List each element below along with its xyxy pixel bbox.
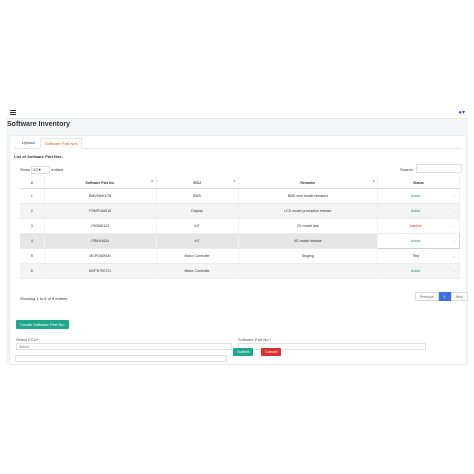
ecu-select[interactable]: Select ⌄ [16, 343, 232, 350]
cell-num: 2 [20, 203, 45, 219]
chevron-down-icon: ⌄ [452, 194, 455, 198]
status-badge: Active [410, 194, 421, 198]
cell-remarks: LCD model production release [238, 203, 378, 219]
col-header-status[interactable]: Status [377, 177, 461, 189]
cell-ecu: Motor Controller [156, 263, 239, 279]
entries-value: 10 [33, 167, 38, 172]
prev-button[interactable]: Previous [415, 292, 439, 301]
entries-select[interactable]: 10 ▾ [31, 166, 51, 174]
cell-num: 5 [20, 248, 45, 264]
chevron-down-icon: ▾ [38, 167, 41, 172]
chevron-down-icon: ⌄ [452, 224, 455, 228]
cell-part: MCPD53KM4 [44, 248, 157, 264]
create-software-part-button[interactable]: Create Software Part No. [16, 320, 69, 329]
table-row[interactable]: 6 MCPD7S0721 Motor Controller Active ⌄ [20, 263, 461, 279]
user-icon[interactable]: ●▾ [458, 109, 465, 116]
cell-num: 1 [20, 188, 45, 204]
table-row-selected[interactable]: 4 ITBKH1624 IoT 4G model release Active ⌄ [20, 233, 461, 249]
col-header-num[interactable]: # [20, 177, 45, 189]
cell-ecu: BMS [156, 188, 239, 204]
search-input[interactable] [416, 164, 462, 173]
chevron-down-icon: ⌄ [452, 269, 455, 273]
cell-remarks: 4G model release [238, 233, 378, 249]
status-select[interactable]: Active ⌄ [376, 233, 461, 249]
cell-part: MCPD7S0721 [44, 263, 157, 279]
cell-ecu: IoT [156, 233, 239, 249]
page-1-button[interactable]: 1 [438, 292, 451, 301]
status-select[interactable]: Active ⌄ [377, 263, 461, 279]
table-row[interactable]: 2 PSMP1A5918 Display LCD model productio… [20, 203, 461, 219]
status-badge: Active [410, 269, 421, 273]
menu-icon[interactable] [10, 110, 16, 115]
status-badge: Active [410, 239, 421, 243]
col-header-ecu[interactable]: ECU ⇅ [156, 177, 239, 189]
cell-part: BMVMAH1/78 [44, 188, 157, 204]
sort-icon: ⇅ [233, 179, 236, 183]
ecu-placeholder: Select [19, 345, 29, 349]
app-window: ●▾ Software Inventory Upload Software Pa… [6, 108, 468, 365]
next-button[interactable]: Next [450, 292, 468, 301]
cell-remarks: Staging [238, 248, 378, 264]
chevron-down-icon: ⌄ [452, 254, 455, 258]
list-title: List of Software Part Nos. [14, 154, 63, 159]
status-select[interactable]: Active ⌄ [377, 188, 461, 204]
pagination: Previous 1 Next [415, 292, 468, 301]
software-table: # Software Part No. ⇅ ECU ⇅ Remarks ⇅ Statu… [20, 177, 461, 279]
status-select[interactable]: Test ⌄ [377, 248, 461, 264]
tab-upload[interactable]: Upload [18, 138, 39, 147]
col-header-part[interactable]: Software Part No. ⇅ [44, 177, 157, 189]
cell-remarks: 2G model test [238, 218, 378, 234]
sort-icon: ⇅ [372, 179, 375, 183]
ecu-label: Select ECU* [16, 337, 39, 342]
col-header-remarks[interactable]: Remarks ⇅ [238, 177, 378, 189]
status-select[interactable]: Active ⌄ [377, 203, 461, 219]
tab-bar: Upload Software Part Nos [14, 138, 462, 149]
cell-ecu: IoT [156, 218, 239, 234]
top-bar: ●▾ [6, 108, 468, 119]
tab-software-part-nos[interactable]: Software Part Nos [40, 138, 83, 149]
table-row[interactable]: 5 MCPD53KM4 Motor Controller Staging Tes… [20, 248, 461, 264]
status-select[interactable]: Inactive ⌄ [377, 218, 461, 234]
cell-num: 6 [20, 263, 45, 279]
cell-num: 4 [20, 233, 45, 249]
cell-num: 3 [20, 218, 45, 234]
page-title: Software Inventory [7, 121, 71, 128]
cell-part: ITBKH1624 [44, 233, 157, 249]
chevron-down-icon: ⌄ [452, 239, 455, 243]
cell-remarks: BMS new model released [238, 188, 378, 204]
submit-button[interactable]: Submit [233, 348, 254, 356]
cell-part: PSMP1A5918 [44, 203, 157, 219]
status-badge: Inactive [409, 224, 422, 228]
cell-part: ITKB6D123 [44, 218, 157, 234]
part-label: Software Part No.* [238, 337, 272, 342]
main-content: Software Inventory Upload Software Part … [6, 119, 468, 365]
table-row[interactable]: 1 BMVMAH1/78 BMS BMS new model released … [20, 188, 461, 204]
search-label: Search: [400, 167, 414, 172]
cell-remarks [238, 263, 378, 279]
table-info: Showing 1 to 6 of 6 entries [20, 296, 68, 301]
cancel-button[interactable]: Cancel [261, 348, 282, 356]
sort-icon: ⇅ [150, 179, 154, 183]
inventory-card: Upload Software Part Nos List of Softwar… [9, 135, 468, 365]
entries-label: entries [51, 167, 64, 173]
chevron-down-icon: ⌄ [226, 345, 229, 349]
status-badge: Active [410, 209, 421, 213]
chevron-down-icon: ⌄ [452, 209, 455, 213]
remarks-input[interactable] [15, 355, 227, 362]
status-badge: Test [412, 254, 419, 258]
table-row[interactable]: 3 ITKB6D123 IoT 2G model test Inactive ⌄ [20, 218, 461, 234]
table-header-row: # Software Part No. ⇅ ECU ⇅ Remarks ⇅ Statu… [20, 177, 461, 189]
cell-ecu: Display [156, 203, 239, 219]
show-label: Show [20, 167, 31, 173]
cell-ecu: Motor Controller [156, 248, 239, 264]
entries-length: Show 10 ▾ entries [20, 166, 63, 174]
